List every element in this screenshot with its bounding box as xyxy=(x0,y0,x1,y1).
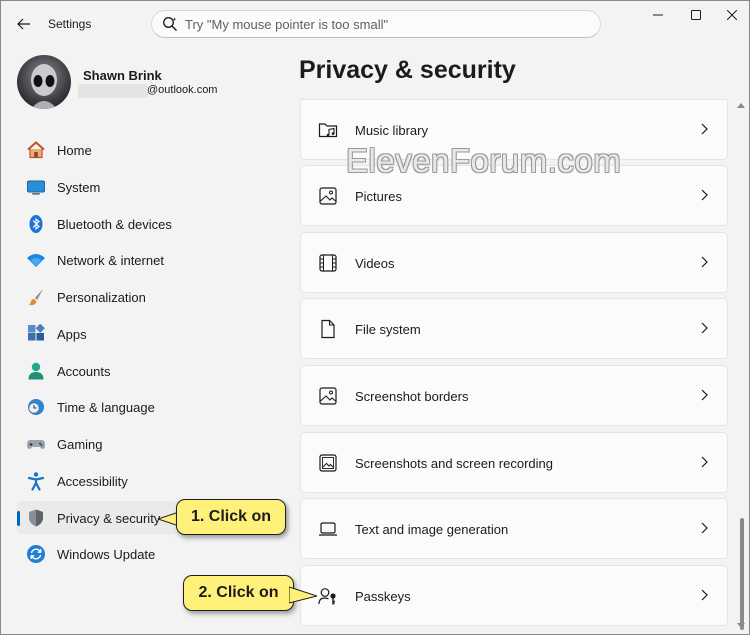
callout-step-2-text: 2. Click on xyxy=(183,575,294,611)
search-icon xyxy=(163,17,177,31)
user-email: @outlook.com xyxy=(147,84,218,96)
title-bar: Settings xyxy=(1,1,749,47)
chevron-right-icon xyxy=(701,522,708,534)
sidebar-item-time-language[interactable]: Time & language xyxy=(17,390,289,423)
back-arrow-icon xyxy=(17,18,30,30)
document-icon xyxy=(321,319,335,339)
chevron-right-icon xyxy=(701,256,708,268)
maximize-icon xyxy=(691,10,701,20)
callout-step-1-text: 1. Click on xyxy=(176,499,286,535)
home-icon xyxy=(27,141,45,159)
callout-pointer xyxy=(289,586,317,604)
accessibility-icon xyxy=(27,472,45,491)
user-profile: Shawn Brink @outlook.com xyxy=(17,55,277,111)
chevron-right-icon xyxy=(701,123,708,135)
music-folder-icon xyxy=(318,123,338,138)
sidebar-item-system[interactable]: System xyxy=(17,170,289,203)
chevron-right-icon xyxy=(701,189,708,201)
minimize-icon xyxy=(653,14,663,16)
sidebar-item-personalization[interactable]: Personalization xyxy=(17,280,289,313)
sidebar-item-accounts[interactable]: Accounts xyxy=(17,354,289,387)
setting-file-system[interactable]: File system xyxy=(300,298,728,359)
clock-globe-icon xyxy=(28,399,44,416)
bluetooth-icon xyxy=(29,214,43,233)
setting-music-library[interactable]: Music library xyxy=(300,99,728,160)
chevron-right-icon xyxy=(701,322,708,334)
shield-icon xyxy=(29,509,43,526)
update-icon xyxy=(27,545,45,564)
app-title: Settings xyxy=(48,17,92,31)
setting-videos[interactable]: Videos xyxy=(300,232,728,293)
accounts-icon xyxy=(28,362,44,379)
setting-text-image-generation[interactable]: Text and image generation xyxy=(300,498,728,559)
passkey-icon xyxy=(318,588,336,605)
sidebar-item-windows-update[interactable]: Windows Update xyxy=(17,537,289,570)
close-icon xyxy=(727,10,737,20)
selection-indicator xyxy=(17,510,20,526)
video-icon xyxy=(319,254,337,272)
search-box[interactable] xyxy=(151,10,601,38)
gamepad-icon xyxy=(27,440,45,449)
alien-avatar-icon xyxy=(31,64,57,109)
avatar[interactable] xyxy=(17,55,71,109)
scroll-down-arrow-icon[interactable] xyxy=(737,623,745,629)
search-input[interactable] xyxy=(185,16,585,32)
sidebar-item-gaming[interactable]: Gaming xyxy=(17,427,289,460)
chevron-right-icon xyxy=(701,389,708,401)
page-title: Privacy & security xyxy=(299,56,516,84)
brush-icon xyxy=(29,289,43,306)
callout-step-1: 1. Click on xyxy=(158,499,288,537)
sidebar-item-home[interactable]: Home xyxy=(17,133,289,166)
sidebar-item-accessibility[interactable]: Accessibility xyxy=(17,464,289,497)
laptop-icon xyxy=(319,522,337,536)
sidebar-item-network[interactable]: Network & internet xyxy=(17,243,289,276)
settings-window: Settings Shawn xyxy=(0,0,750,635)
callout-step-2: 2. Click on xyxy=(183,575,319,613)
scrollbar-thumb[interactable] xyxy=(740,518,744,630)
chevron-right-icon xyxy=(701,589,708,601)
close-button[interactable] xyxy=(713,1,749,29)
setting-pictures[interactable]: Pictures xyxy=(300,165,728,226)
scroll-up-arrow-icon[interactable] xyxy=(737,102,745,108)
minimize-button[interactable] xyxy=(639,1,677,29)
setting-passkeys[interactable]: Passkeys xyxy=(300,565,728,626)
wifi-icon xyxy=(27,254,45,268)
system-icon xyxy=(27,180,45,195)
setting-screenshots-recording[interactable]: Screenshots and screen recording xyxy=(300,432,728,493)
sidebar-item-bluetooth[interactable]: Bluetooth & devices xyxy=(17,207,289,240)
screenshot-icon xyxy=(319,454,337,472)
maximize-button[interactable] xyxy=(677,1,715,29)
chevron-right-icon xyxy=(701,456,708,468)
back-button[interactable] xyxy=(11,12,37,36)
email-redaction xyxy=(78,84,148,98)
screenshot-border-icon xyxy=(319,387,337,405)
user-name: Shawn Brink xyxy=(83,68,162,83)
sidebar-item-apps[interactable]: Apps xyxy=(17,317,289,350)
picture-icon xyxy=(319,187,337,205)
apps-icon xyxy=(28,323,45,341)
setting-screenshot-borders[interactable]: Screenshot borders xyxy=(300,365,728,426)
